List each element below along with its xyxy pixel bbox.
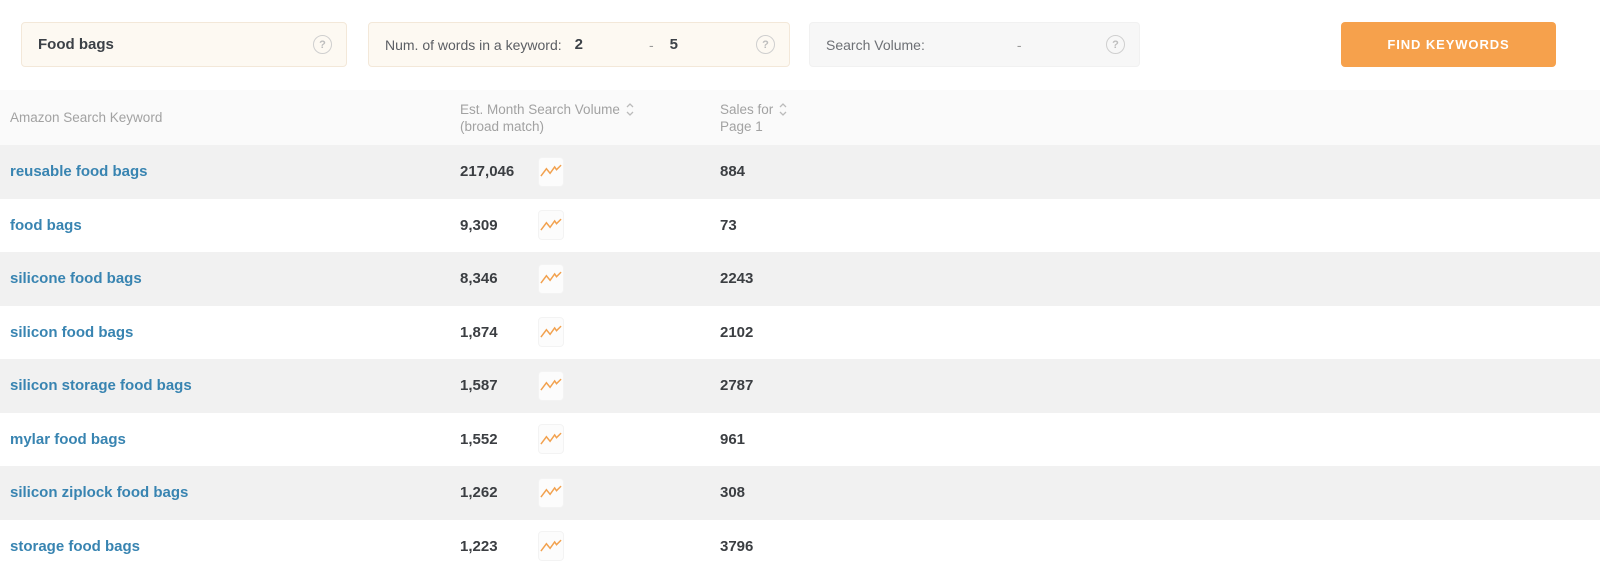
table-row: mylar food bags 1,552 961 <box>0 413 1600 467</box>
table-body: reusable food bags 217,046 884 food bags… <box>0 145 1600 573</box>
table-header-row: Amazon Search Keyword Est. Month Search … <box>0 90 1600 145</box>
column-header-sales[interactable]: Sales for Page 1 <box>720 101 787 135</box>
sales-value: 3796 <box>564 538 753 555</box>
find-keywords-button[interactable]: FIND KEYWORDS <box>1341 22 1556 67</box>
search-volume-value: 1,262 <box>452 484 538 501</box>
search-volume-value: 1,587 <box>452 377 538 394</box>
word-count-label: Num. of words in a keyword: <box>385 37 562 53</box>
help-icon[interactable]: ? <box>1106 35 1125 54</box>
search-volume-value: 217,046 <box>452 163 538 180</box>
column-header-sales-label: Sales for <box>720 101 773 118</box>
keyword-link[interactable]: silicon food bags <box>0 324 452 341</box>
trend-sparkline-icon[interactable] <box>538 157 564 187</box>
help-icon[interactable]: ? <box>313 35 332 54</box>
table-row: reusable food bags 217,046 884 <box>0 145 1600 199</box>
keyword-link[interactable]: mylar food bags <box>0 431 452 448</box>
keyword-link[interactable]: reusable food bags <box>0 163 452 180</box>
sort-icon[interactable] <box>779 103 787 116</box>
sales-value: 961 <box>564 431 745 448</box>
sales-value: 2102 <box>564 324 753 341</box>
table-row: silicon ziplock food bags 1,262 308 <box>0 466 1600 520</box>
word-count-filter-box[interactable]: Num. of words in a keyword: 2 - 5 ? <box>368 22 790 67</box>
table-row: silicon food bags 1,874 2102 <box>0 306 1600 360</box>
filter-bar: ? Num. of words in a keyword: 2 - 5 ? Se… <box>0 0 1600 90</box>
column-header-sales-sub: Page 1 <box>720 118 787 135</box>
table-row: storage food bags 1,223 3796 <box>0 520 1600 574</box>
trend-sparkline-icon[interactable] <box>538 210 564 240</box>
keyword-input[interactable] <box>38 36 313 53</box>
sales-value: 2243 <box>564 270 753 287</box>
trend-sparkline-icon[interactable] <box>538 424 564 454</box>
sales-value: 73 <box>564 217 737 234</box>
keyword-link[interactable]: silicon storage food bags <box>0 377 452 394</box>
keywords-table: Amazon Search Keyword Est. Month Search … <box>0 90 1600 573</box>
sales-value: 2787 <box>564 377 753 394</box>
search-volume-value: 1,223 <box>452 538 538 555</box>
trend-sparkline-icon[interactable] <box>538 317 564 347</box>
keyword-link[interactable]: storage food bags <box>0 538 452 555</box>
sort-icon[interactable] <box>626 103 634 116</box>
trend-sparkline-icon[interactable] <box>538 371 564 401</box>
help-icon[interactable]: ? <box>756 35 775 54</box>
column-header-keyword[interactable]: Amazon Search Keyword <box>0 110 452 125</box>
keyword-filter-box[interactable]: ? <box>21 22 347 67</box>
table-row: silicon storage food bags 1,587 2787 <box>0 359 1600 413</box>
table-row: silicone food bags 8,346 2243 <box>0 252 1600 306</box>
trend-sparkline-icon[interactable] <box>538 531 564 561</box>
search-volume-value: 1,874 <box>452 324 538 341</box>
trend-sparkline-icon[interactable] <box>538 478 564 508</box>
column-header-volume[interactable]: Est. Month Search Volume (broad match) <box>452 101 720 135</box>
word-count-max-value[interactable]: 5 <box>670 36 678 53</box>
column-header-volume-sub: (broad match) <box>460 118 720 135</box>
column-header-volume-label: Est. Month Search Volume <box>460 101 620 118</box>
word-count-min-value[interactable]: 2 <box>575 36 583 53</box>
sales-value: 884 <box>564 163 745 180</box>
search-volume-filter-box[interactable]: Search Volume: - ? <box>809 22 1140 67</box>
search-volume-value[interactable]: - <box>1017 37 1022 53</box>
keyword-link[interactable]: food bags <box>0 217 452 234</box>
search-volume-value: 9,309 <box>452 217 538 234</box>
sales-value: 308 <box>564 484 745 501</box>
trend-sparkline-icon[interactable] <box>538 264 564 294</box>
word-count-separator: - <box>649 37 654 53</box>
keyword-link[interactable]: silicon ziplock food bags <box>0 484 452 501</box>
keyword-link[interactable]: silicone food bags <box>0 270 452 287</box>
search-volume-value: 8,346 <box>452 270 538 287</box>
search-volume-label: Search Volume: <box>826 37 925 53</box>
search-volume-value: 1,552 <box>452 431 538 448</box>
table-row: food bags 9,309 73 <box>0 199 1600 253</box>
